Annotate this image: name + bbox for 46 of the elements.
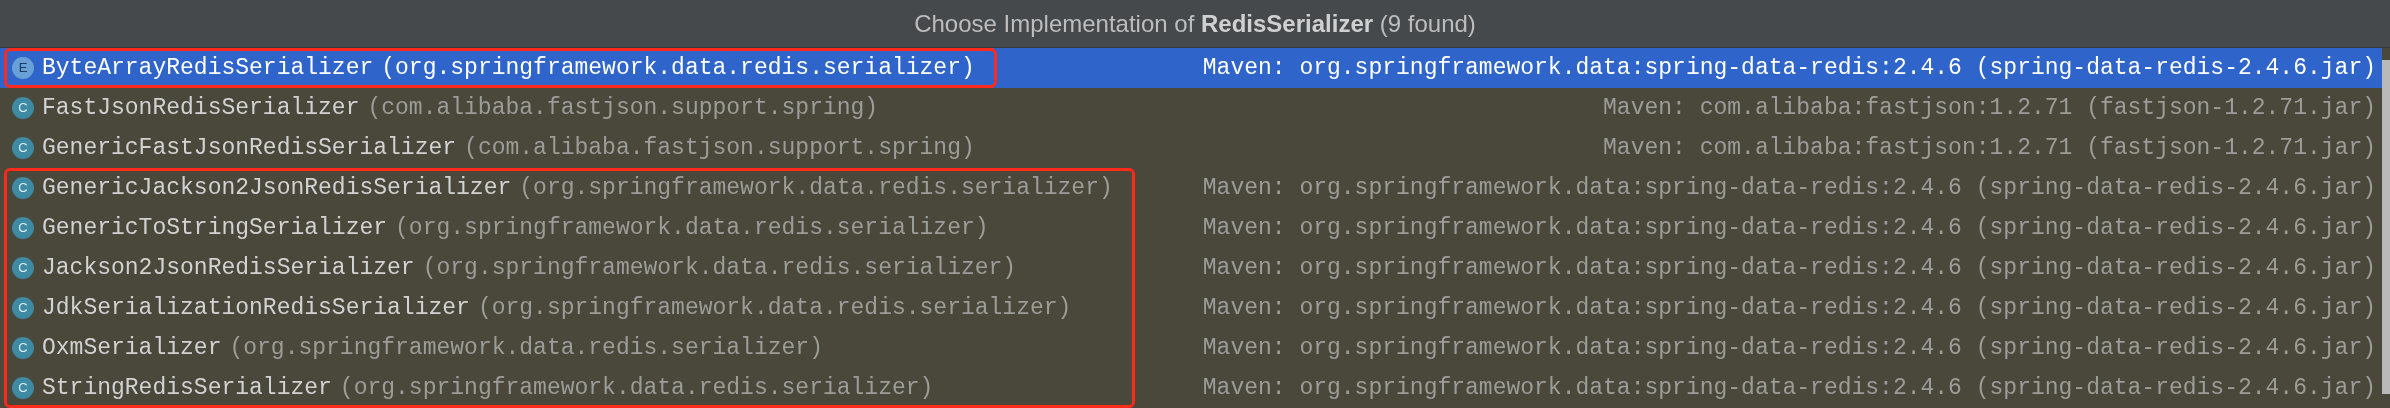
package-name: (com.alibaba.fastjson.support.spring) <box>464 133 975 163</box>
class-name: OxmSerializer <box>42 333 222 363</box>
class-item[interactable]: C GenericJackson2JsonRedisSerializer (org.springframework.data.redis.serializer) <box>0 168 1135 208</box>
package-name: (com.alibaba.fastjson.support.spring) <box>367 93 879 123</box>
package-name: (org.springframework.data.redis.serializer) <box>395 213 989 243</box>
package-name: (org.springframework.data.redis.serializer) <box>339 373 934 403</box>
class-type-icon: C <box>12 137 34 159</box>
class-item[interactable]: C FastJsonRedisSerializer (com.alibaba.fastjson.support.spring) <box>0 88 997 128</box>
class-item[interactable]: E ByteArrayRedisSerializer (org.springframework.data.redis.serializer) <box>0 48 997 88</box>
class-type-icon: C <box>12 377 34 399</box>
class-name: ByteArrayRedisSerializer <box>42 53 374 83</box>
popup-title: Choose Implementation of RedisSerializer (9 found) <box>914 8 1476 39</box>
class-name: JdkSerializationRedisSerializer <box>42 293 470 323</box>
class-name: StringRedisSerializer <box>42 373 332 403</box>
package-name: (org.springframework.data.redis.serializer) <box>381 53 975 83</box>
class-item[interactable]: C GenericToStringSerializer (org.springframework.data.redis.serializer) <box>0 208 1135 248</box>
library-name: Maven: org.springframework.data:spring-data-redis:2.4.6 (spring-data-redis-2.4.6.jar) <box>1202 53 2376 83</box>
class-item[interactable]: C JdkSerializationRedisSerializer (org.springframework.data.redis.serializer) <box>0 288 1135 328</box>
library-name: Maven: org.springframework.data:spring-data-redis:2.4.6 (spring-data-redis-2.4.6.jar) <box>1202 253 2376 283</box>
package-name: (org.springframework.data.redis.serializer) <box>477 293 1072 323</box>
library-name: Maven: com.alibaba:fastjson:1.2.71 (fastjson-1.2.71.jar) <box>1603 133 2376 163</box>
library-name: Maven: org.springframework.data:spring-data-redis:2.4.6 (spring-data-redis-2.4.6.jar) <box>1202 333 2376 363</box>
class-item[interactable]: C GenericFastJsonRedisSerializer (com.alibaba.fastjson.support.spring) <box>0 128 997 168</box>
class-type-icon: C <box>12 217 34 239</box>
library-name: Maven: org.springframework.data:spring-data-redis:2.4.6 (spring-data-redis-2.4.6.jar) <box>1202 213 2376 243</box>
scrollbar[interactable] <box>2382 60 2390 394</box>
package-name: (org.springframework.data.redis.serializer) <box>229 333 823 363</box>
class-name: GenericFastJsonRedisSerializer <box>42 133 457 163</box>
package-name: (org.springframework.data.redis.serializer) <box>422 253 1017 283</box>
class-type-icon: C <box>12 297 34 319</box>
library-name: Maven: org.springframework.data:spring-data-redis:2.4.6 (spring-data-redis-2.4.6.jar) <box>1202 293 2376 323</box>
class-type-icon: C <box>12 257 34 279</box>
library-name: Maven: org.springframework.data:spring-data-redis:2.4.6 (spring-data-redis-2.4.6.jar) <box>1202 173 2376 203</box>
class-item[interactable]: C OxmSerializer (org.springframework.data.redis.serializer) <box>0 328 1135 368</box>
package-name: (org.springframework.data.redis.serializer) <box>519 173 1113 203</box>
library-name: Maven: com.alibaba:fastjson:1.2.71 (fastjson-1.2.71.jar) <box>1603 93 2376 123</box>
class-type-icon: C <box>12 97 34 119</box>
class-item[interactable]: C Jackson2JsonRedisSerializer (org.springframework.data.redis.serializer) <box>0 248 1135 288</box>
library-name: Maven: org.springframework.data:spring-data-redis:2.4.6 (spring-data-redis-2.4.6.jar) <box>1202 373 2376 403</box>
class-name: Jackson2JsonRedisSerializer <box>42 253 415 283</box>
class-type-icon: C <box>12 337 34 359</box>
class-name: GenericJackson2JsonRedisSerializer <box>42 173 512 203</box>
class-item[interactable]: C StringRedisSerializer (org.springframework.data.redis.serializer) <box>0 368 1135 408</box>
class-name: FastJsonRedisSerializer <box>42 93 360 123</box>
class-name: GenericToStringSerializer <box>42 213 388 243</box>
class-type-icon: C <box>12 177 34 199</box>
